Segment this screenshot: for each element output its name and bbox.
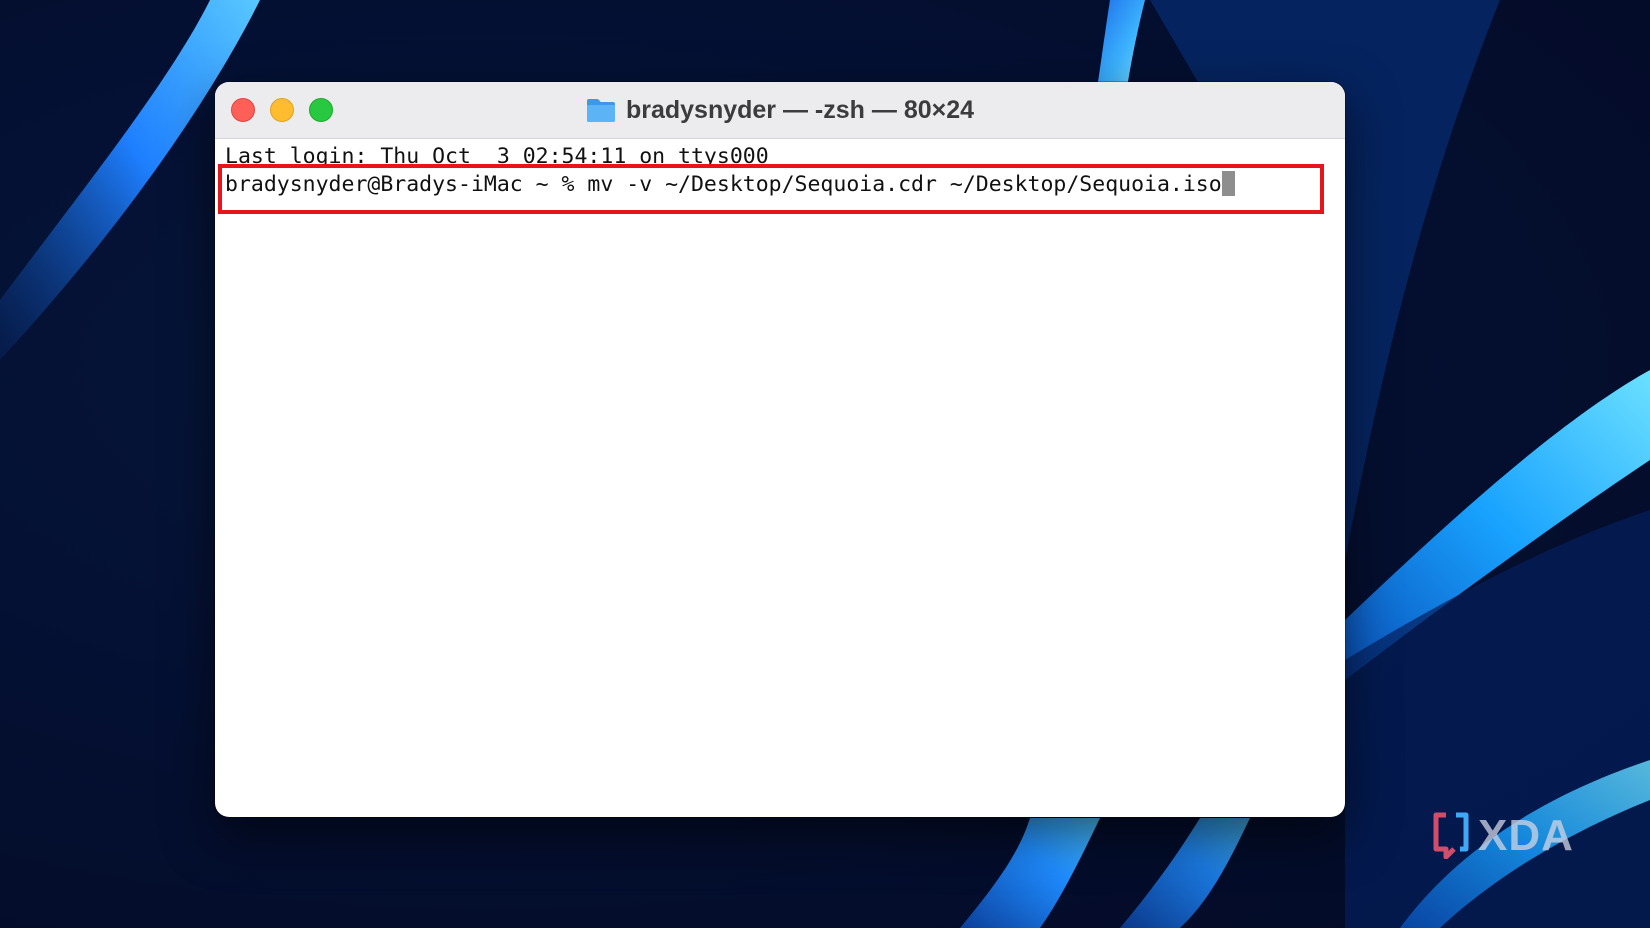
desktop: bradysnyder — -zsh — 80×24 Last login: T… [0, 0, 1650, 928]
text-cursor [1221, 171, 1235, 196]
xda-watermark: XDA [1432, 808, 1574, 864]
xda-logo-icon [1432, 809, 1472, 864]
command-line[interactable]: bradysnyder@Bradys-iMac ~ % mv -v ~/Desk… [225, 171, 1345, 199]
folder-icon [586, 97, 616, 123]
last-login-line: Last login: Thu Oct 3 02:54:11 on ttys00… [225, 144, 769, 169]
window-title: bradysnyder — -zsh — 80×24 [625, 95, 975, 124]
window-titlebar[interactable]: bradysnyder — -zsh — 80×24 [215, 82, 1345, 139]
window-title-group: bradysnyder — -zsh — 80×24 [215, 82, 1345, 138]
terminal-window[interactable]: bradysnyder — -zsh — 80×24 Last login: T… [215, 82, 1345, 817]
terminal-content[interactable]: Last login: Thu Oct 3 02:54:11 on ttys00… [215, 139, 1345, 199]
xda-logo-text: XDA [1478, 811, 1574, 860]
command-text: bradysnyder@Bradys-iMac ~ % mv -v ~/Desk… [225, 172, 1222, 197]
